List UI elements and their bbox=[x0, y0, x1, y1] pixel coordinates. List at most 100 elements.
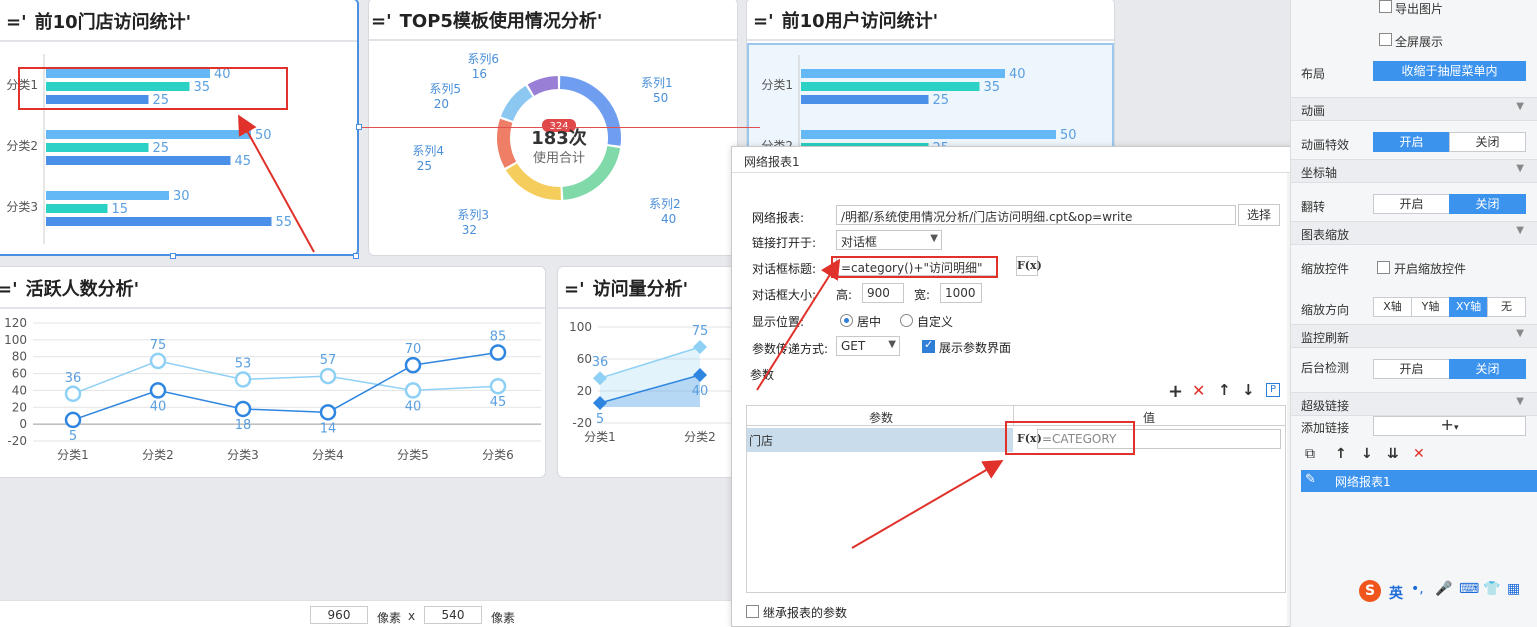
flip-off-button[interactable]: 关闭 bbox=[1449, 194, 1526, 214]
zoom-dir-xy[interactable]: XY轴 bbox=[1449, 297, 1488, 317]
zoom-dir-x[interactable]: X轴 bbox=[1373, 297, 1412, 317]
data-label: 40 bbox=[1009, 67, 1026, 82]
data-label: 53 bbox=[235, 356, 252, 371]
panel-store-visits[interactable]: =' 前10门店访问统计' 分类1 40 35 25 分类2 50 25 45 分类3 30 15 55 bbox=[0, 0, 359, 256]
panel-header: =' 前10门店访问统计' bbox=[0, 0, 357, 42]
slice-name-label: 系列3 bbox=[457, 208, 489, 222]
resize-handle[interactable] bbox=[353, 253, 359, 259]
canvas-height-input[interactable]: 540 bbox=[424, 606, 482, 624]
flip-on-button[interactable]: 开启 bbox=[1373, 194, 1450, 214]
zoom-dir-none[interactable]: 无 bbox=[1487, 297, 1526, 317]
link-list-item[interactable]: ✎ 网络报表1 bbox=[1301, 470, 1537, 492]
sort-icon[interactable]: ⇊ bbox=[1387, 446, 1399, 462]
panel-header: =' 访问量分析' bbox=[558, 267, 756, 309]
zoom-ctrl-checkbox[interactable] bbox=[1377, 261, 1390, 274]
grid-icon[interactable]: ▦ bbox=[1507, 581, 1520, 597]
anim-on-button[interactable]: 开启 bbox=[1373, 132, 1450, 152]
position-center-radio[interactable] bbox=[840, 314, 853, 327]
inherit-params-checkbox[interactable] bbox=[746, 605, 759, 618]
delete-icon[interactable]: ✕ bbox=[1413, 446, 1425, 462]
section-monitor-refresh[interactable]: 监控刷新 ▼ bbox=[1291, 324, 1537, 348]
bar bbox=[801, 82, 980, 91]
slice-name-label: 系列5 bbox=[429, 82, 461, 96]
section-animation[interactable]: 动画 ▼ bbox=[1291, 97, 1537, 121]
panel-header: =' 前10用户访问统计' bbox=[747, 0, 1114, 41]
data-label: 45 bbox=[235, 154, 252, 169]
sogou-logo-icon[interactable]: S bbox=[1359, 580, 1381, 602]
move-down-icon[interactable]: ↓ bbox=[1242, 381, 1255, 399]
data-label: 30 bbox=[173, 189, 190, 204]
series-line bbox=[72, 360, 499, 395]
bar bbox=[46, 156, 231, 165]
data-label: 40 bbox=[405, 399, 422, 414]
dialog-width-input[interactable]: 1000 bbox=[940, 283, 982, 303]
tick-label: 120 bbox=[4, 316, 27, 330]
section-axis[interactable]: 坐标轴 ▼ bbox=[1291, 159, 1537, 183]
skin-icon[interactable]: 👕 bbox=[1483, 581, 1500, 597]
slice-name-label: 系列4 bbox=[412, 144, 444, 158]
dialog-title: 网络报表1 bbox=[732, 147, 1295, 173]
panel-template-usage[interactable]: =' TOP5模板使用情况分析' 系列1 50 系列2 40 系列3 32 系列4 25 系列5 2… bbox=[368, 0, 738, 256]
bar bbox=[801, 95, 929, 104]
edit-icon[interactable]: ✎ bbox=[1305, 472, 1316, 487]
template-donut-chart: 系列150系列240系列332系列425系列520系列616324183次使用合… bbox=[412, 52, 680, 237]
param-method-select[interactable]: GET ▼ bbox=[836, 336, 900, 356]
tick-label: 80 bbox=[12, 350, 27, 364]
dialog-size-label: 对话框大小: bbox=[752, 288, 817, 302]
resize-handle[interactable] bbox=[170, 253, 176, 259]
param-method-label: 参数传递方式: bbox=[752, 342, 829, 356]
annotation-box bbox=[831, 256, 998, 278]
resize-handle[interactable] bbox=[356, 124, 362, 130]
fullscreen-label: 全屏展示 bbox=[1395, 35, 1444, 49]
section-chart-zoom[interactable]: 图表缩放 ▼ bbox=[1291, 221, 1537, 245]
bg-detect-off-button[interactable]: 关闭 bbox=[1449, 359, 1526, 379]
dialog-height-input[interactable]: 900 bbox=[862, 283, 904, 303]
width-unit: 像素 bbox=[377, 611, 402, 625]
donut-center-value: 183次 bbox=[531, 127, 587, 149]
layout-select[interactable]: 收缩于抽屉菜单内 bbox=[1373, 61, 1526, 81]
formula-button[interactable]: F(x) bbox=[1016, 256, 1042, 276]
move-down-icon[interactable]: ↓ bbox=[1361, 446, 1373, 462]
chevron-down-icon: ▼ bbox=[1516, 225, 1524, 236]
canvas-width-input[interactable]: 960 bbox=[310, 606, 368, 624]
select-button[interactable]: 选择 bbox=[1238, 204, 1280, 226]
panel-visit-volume[interactable]: =' 访问量分析' 100 60 20 -20 分类1 分类2 36 75 5 40 bbox=[557, 266, 757, 478]
fullscreen-checkbox[interactable] bbox=[1379, 33, 1392, 46]
chevron-down-icon: ▼ bbox=[1516, 101, 1524, 112]
section-hyperlink[interactable]: 超级链接 ▼ bbox=[1291, 392, 1537, 416]
ime-lang-label[interactable]: 英 bbox=[1389, 583, 1403, 603]
anim-off-button[interactable]: 关闭 bbox=[1449, 132, 1526, 152]
open-in-label: 链接打开于: bbox=[752, 236, 817, 250]
show-param-ui-checkbox[interactable] bbox=[922, 338, 935, 353]
data-label: 18 bbox=[235, 418, 252, 433]
zoom-dir-y[interactable]: Y轴 bbox=[1411, 297, 1450, 317]
position-custom-radio[interactable] bbox=[900, 314, 913, 327]
chevron-down-icon: ▼ bbox=[888, 339, 896, 350]
param-name-cell[interactable]: 门店 bbox=[747, 428, 1013, 452]
bar bbox=[46, 217, 272, 226]
data-label: 5 bbox=[596, 412, 604, 427]
chevron-down-icon: ▼ bbox=[1516, 396, 1524, 407]
move-up-icon[interactable]: ↑ bbox=[1335, 446, 1347, 462]
param-p-button[interactable]: P bbox=[1266, 383, 1280, 397]
delete-icon[interactable]: ✕ bbox=[1192, 381, 1205, 400]
copy-icon[interactable]: ⧉ bbox=[1305, 446, 1315, 462]
pie-slice bbox=[500, 85, 533, 121]
data-point bbox=[149, 352, 167, 370]
bg-detect-on-button[interactable]: 开启 bbox=[1373, 359, 1450, 379]
open-in-select[interactable]: 对话框 ▼ bbox=[836, 230, 942, 250]
keyboard-icon[interactable]: ⌨ bbox=[1459, 581, 1479, 597]
data-label: 36 bbox=[65, 371, 82, 386]
export-image-checkbox[interactable] bbox=[1379, 0, 1392, 13]
punctuation-icon[interactable]: •, bbox=[1411, 581, 1424, 597]
slice-value-label: 20 bbox=[434, 97, 449, 111]
microphone-icon[interactable]: 🎤 bbox=[1435, 581, 1452, 597]
report-path-input[interactable]: /明都/系统使用情况分析/门店访问明细.cpt&op=write bbox=[836, 205, 1236, 225]
data-label: 50 bbox=[255, 128, 272, 143]
data-point bbox=[234, 400, 252, 418]
panel-active-users[interactable]: ='活跃人数分析' 120 100 80 60 40 20 0 -20 分类1 分类2 分类3 分类4… bbox=[0, 266, 546, 478]
bar bbox=[46, 204, 108, 213]
add-link-button[interactable]: +▾ bbox=[1373, 416, 1526, 436]
add-icon[interactable]: + bbox=[1168, 381, 1183, 402]
move-up-icon[interactable]: ↑ bbox=[1218, 381, 1231, 399]
